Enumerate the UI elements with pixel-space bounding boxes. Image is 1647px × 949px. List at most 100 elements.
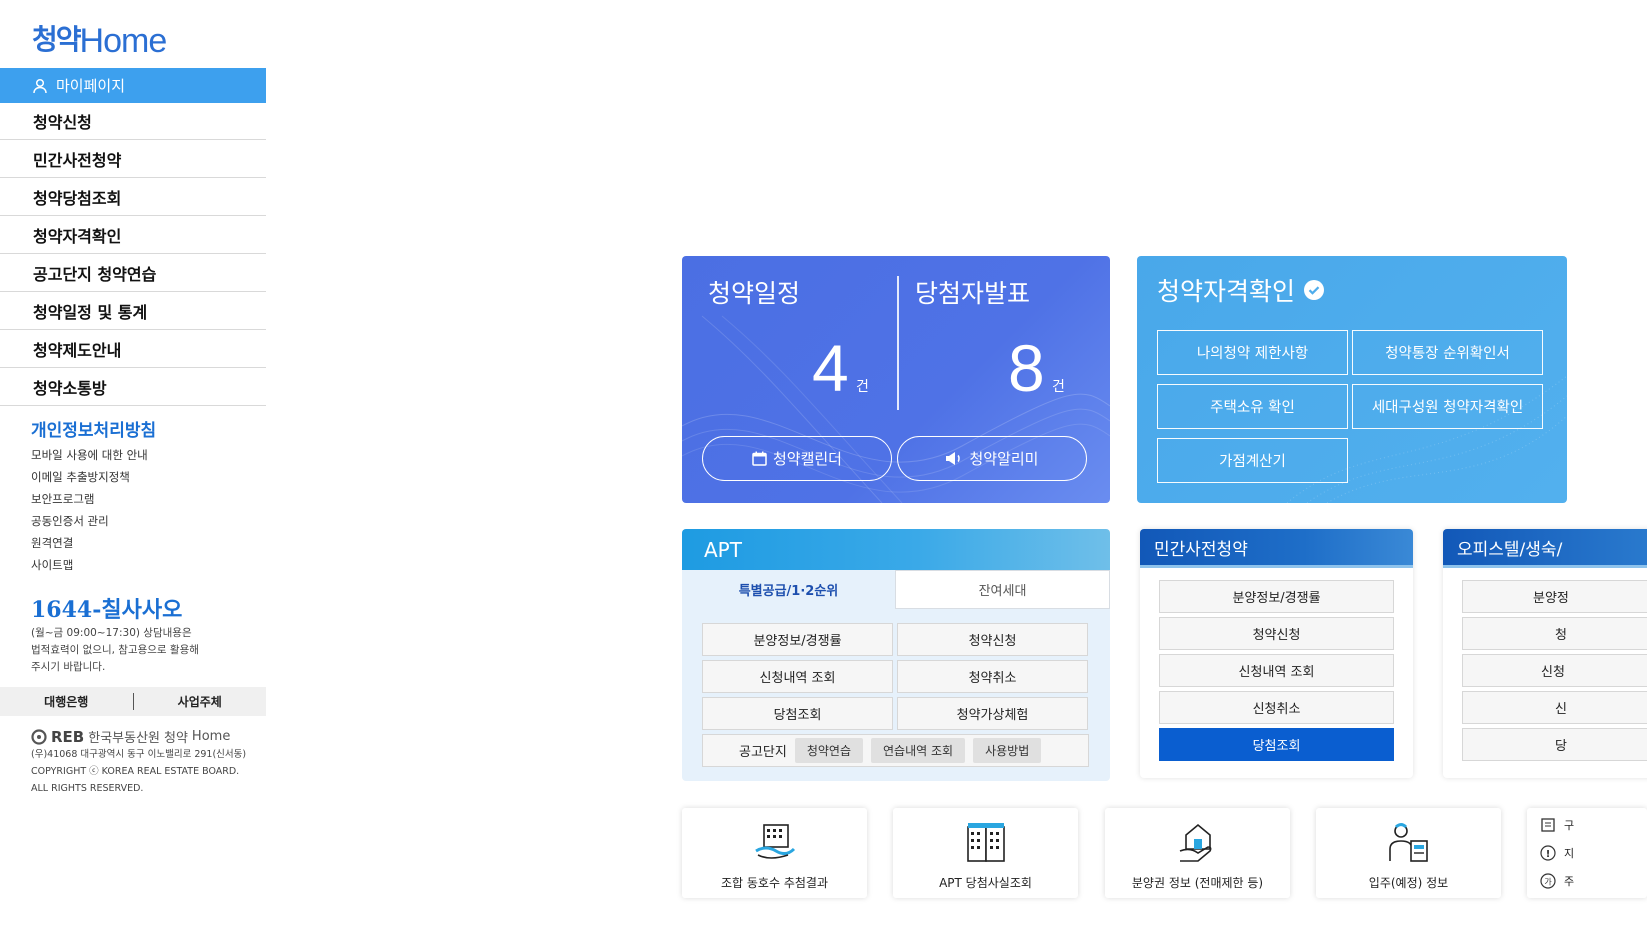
calendar-label: 청약캘린더 xyxy=(772,450,842,468)
alarm-button[interactable]: 청약알리미 xyxy=(897,436,1087,481)
officetel-info-button[interactable]: 분양정 xyxy=(1462,580,1647,613)
officetel-history-button[interactable]: 신청 xyxy=(1462,654,1647,687)
edge-item-label: 지 xyxy=(1564,847,1575,860)
nav-item-private-presale[interactable]: 민간사전청약 xyxy=(0,140,266,178)
score-calculator-button[interactable]: 가점계산기 xyxy=(1157,438,1348,483)
hours-line: 법적효력이 없으니, 참고용으로 활용해 xyxy=(31,644,199,656)
mypage-link[interactable]: 마이페이지 xyxy=(0,68,266,103)
link-remote[interactable]: 원격연결 xyxy=(31,533,148,555)
apt-apply-button[interactable]: 청약신청 xyxy=(897,623,1088,656)
apt-header: APT xyxy=(682,529,1110,570)
link-mobile-guide[interactable]: 모바일 사용에 대한 안내 xyxy=(31,445,148,467)
footer-links: 모바일 사용에 대한 안내 이메일 추출방지정책 보안프로그램 공동인증서 관리… xyxy=(31,445,148,577)
apt-history-button[interactable]: 신청내역 조회 xyxy=(702,660,893,693)
winners-count[interactable]: 8 xyxy=(1008,330,1045,406)
presale-cancel-button[interactable]: 신청취소 xyxy=(1159,691,1394,724)
copyright-line: COPYRIGHT ⓒ KOREA REAL ESTATE BOARD. xyxy=(31,766,240,777)
apt-card: APT 특별공급/1·2순위 잔여세대 분양정보/경쟁률 청약신청 신청내역 조… xyxy=(682,529,1110,781)
apartment-icon xyxy=(964,820,1008,864)
household-qualification-button[interactable]: 세대구성원 청약자격확인 xyxy=(1352,384,1543,429)
nav-item-apply[interactable]: 청약신청 xyxy=(0,103,266,140)
officetel-apply-button[interactable]: 청 xyxy=(1462,617,1647,650)
footer-logo: REB 한국부동산원 청약 Home xyxy=(31,727,230,746)
alert-icon[interactable]: ! xyxy=(1537,844,1559,862)
schedule-title[interactable]: 청약일정 xyxy=(708,274,800,310)
main-nav: 청약신청 민간사전청약 청약당첨조회 청약자격확인 공고단지 청약연습 청약일정… xyxy=(0,103,266,406)
bank-bar: 대행은행 사업주체 xyxy=(0,687,266,716)
officetel-win-button[interactable]: 당 xyxy=(1462,728,1647,761)
apt-win-lookup-button[interactable]: 당첨조회 xyxy=(702,697,893,730)
private-presale-card: 민간사전청약 분양정보/경쟁률 청약신청 신청내역 조회 신청취소 당첨조회 xyxy=(1140,529,1413,778)
quick-link-list-edge: 구 ! 지 가 주 xyxy=(1527,808,1647,898)
tab-special-supply[interactable]: 특별공급/1·2순위 xyxy=(682,570,895,609)
org-name: 한국부동산원 xyxy=(88,731,160,746)
svg-text:가: 가 xyxy=(1544,878,1552,887)
officetel-cancel-button[interactable]: 신 xyxy=(1462,691,1647,724)
presale-header: 민간사전청약 xyxy=(1140,529,1413,568)
presale-win-lookup-button[interactable]: 당첨조회 xyxy=(1159,728,1394,761)
apt-tabs: 특별공급/1·2순위 잔여세대 xyxy=(682,570,1110,609)
nav-item-system-guide[interactable]: 청약제도안내 xyxy=(0,330,266,368)
logo-korean: 청약 xyxy=(32,23,82,56)
presale-history-button[interactable]: 신청내역 조회 xyxy=(1159,654,1394,687)
nav-item-schedule-stats[interactable]: 청약일정 및 통계 xyxy=(0,292,266,330)
privacy-policy-link[interactable]: 개인정보처리방침 xyxy=(31,416,156,441)
ga-badge-icon[interactable]: 가 xyxy=(1537,872,1559,890)
officetel-header: 오피스텔/생숙/ xyxy=(1443,529,1647,568)
document-icon[interactable] xyxy=(1537,816,1559,834)
my-restrictions-button[interactable]: 나의청약 제한사항 xyxy=(1157,330,1348,375)
quick-link-move-in-info[interactable]: 입주(예정) 정보 xyxy=(1316,808,1501,898)
nav-item-qualification[interactable]: 청약자격확인 xyxy=(0,216,266,254)
apt-title: APT xyxy=(704,537,742,562)
mypage-label: 마이페이지 xyxy=(56,77,126,95)
person-document-icon xyxy=(1387,820,1431,864)
page-root: 청약 Home 마이페이지 청약신청 민간사전청약 청약당첨조회 청약자격확인 … xyxy=(0,0,1647,949)
practice-chip[interactable]: 청약연습 xyxy=(794,738,864,763)
building-hand-icon xyxy=(752,820,798,864)
logo-english: Home xyxy=(79,22,168,60)
qualification-title-text: 청약자격확인 xyxy=(1157,277,1296,306)
how-to-use-chip[interactable]: 사용방법 xyxy=(973,738,1042,763)
quick-link-label: 입주(예정) 정보 xyxy=(1368,876,1449,890)
apt-cancel-button[interactable]: 청약취소 xyxy=(897,660,1088,693)
apt-sale-info-button[interactable]: 분양정보/경쟁률 xyxy=(702,623,893,656)
link-email-policy[interactable]: 이메일 추출방지정책 xyxy=(31,467,148,489)
practice-row: 공고단지 청약연습 연습내역 조회 사용방법 xyxy=(702,734,1089,767)
winners-title[interactable]: 당첨자발표 xyxy=(915,274,1030,310)
calendar-button[interactable]: 청약캘린더 xyxy=(702,436,892,481)
reb-logo-icon xyxy=(31,728,47,745)
link-certificate[interactable]: 공동인증서 관리 xyxy=(31,511,148,533)
practice-history-chip[interactable]: 연습내역 조회 xyxy=(871,738,966,763)
account-rank-button[interactable]: 청약통장 순위확인서 xyxy=(1352,330,1543,375)
edge-item-label: 구 xyxy=(1564,819,1575,832)
nav-item-practice[interactable]: 공고단지 청약연습 xyxy=(0,254,266,292)
site-logo[interactable]: 청약 Home xyxy=(32,18,168,60)
quick-link-presale-rights[interactable]: 분양권 정보 (전매제한 등) xyxy=(1105,808,1290,898)
officetel-title: 오피스텔/생숙/ xyxy=(1457,539,1563,560)
link-security-program[interactable]: 보안프로그램 xyxy=(31,489,148,511)
nav-item-community[interactable]: 청약소통방 xyxy=(0,368,266,406)
business-entity-link[interactable]: 사업주체 xyxy=(134,693,267,710)
tab-remaining-units[interactable]: 잔여세대 xyxy=(895,570,1110,609)
quick-link-label: APT 당첨사실조회 xyxy=(939,876,1032,890)
presale-info-button[interactable]: 분양정보/경쟁률 xyxy=(1159,580,1394,613)
link-sitemap[interactable]: 사이트맵 xyxy=(31,555,148,577)
presale-apply-button[interactable]: 청약신청 xyxy=(1159,617,1394,650)
contact-phone: 1644-칠사사오 xyxy=(31,597,183,623)
officetel-card: 오피스텔/생숙/ 분양정 청 신청 신 당 xyxy=(1443,529,1647,778)
check-circle-icon xyxy=(1304,280,1325,300)
qualification-card: 청약자격확인 나의청약 제한사항 청약통장 순위확인서 주택소유 확인 세대구성… xyxy=(1137,256,1567,503)
schedule-card: 청약일정 4 건 당첨자발표 8 건 청약캘린더 청약알리미 xyxy=(682,256,1110,503)
quick-link-union-draw[interactable]: 조합 동호수 추첨결과 xyxy=(682,808,867,898)
apt-simulation-button[interactable]: 청약가상체험 xyxy=(897,697,1088,730)
nav-item-win-lookup[interactable]: 청약당첨조회 xyxy=(0,178,266,216)
reb-text: REB xyxy=(51,727,85,746)
agent-bank-link[interactable]: 대행은행 xyxy=(0,693,133,710)
quick-link-label: 분양권 정보 (전매제한 등) xyxy=(1131,876,1264,890)
user-icon xyxy=(33,78,47,93)
contact-hours: (월~금 09:00~17:30) 상담내용은 법적효력이 없으니, 참고용으로… xyxy=(31,625,231,676)
house-ownership-button[interactable]: 주택소유 확인 xyxy=(1157,384,1348,429)
schedule-count[interactable]: 4 xyxy=(812,330,849,406)
quick-link-apt-win-check[interactable]: APT 당첨사실조회 xyxy=(893,808,1078,898)
footer-address: (우)41068 대구광역시 동구 이노밸리로 291(신서동) COPYRIG… xyxy=(31,746,261,797)
